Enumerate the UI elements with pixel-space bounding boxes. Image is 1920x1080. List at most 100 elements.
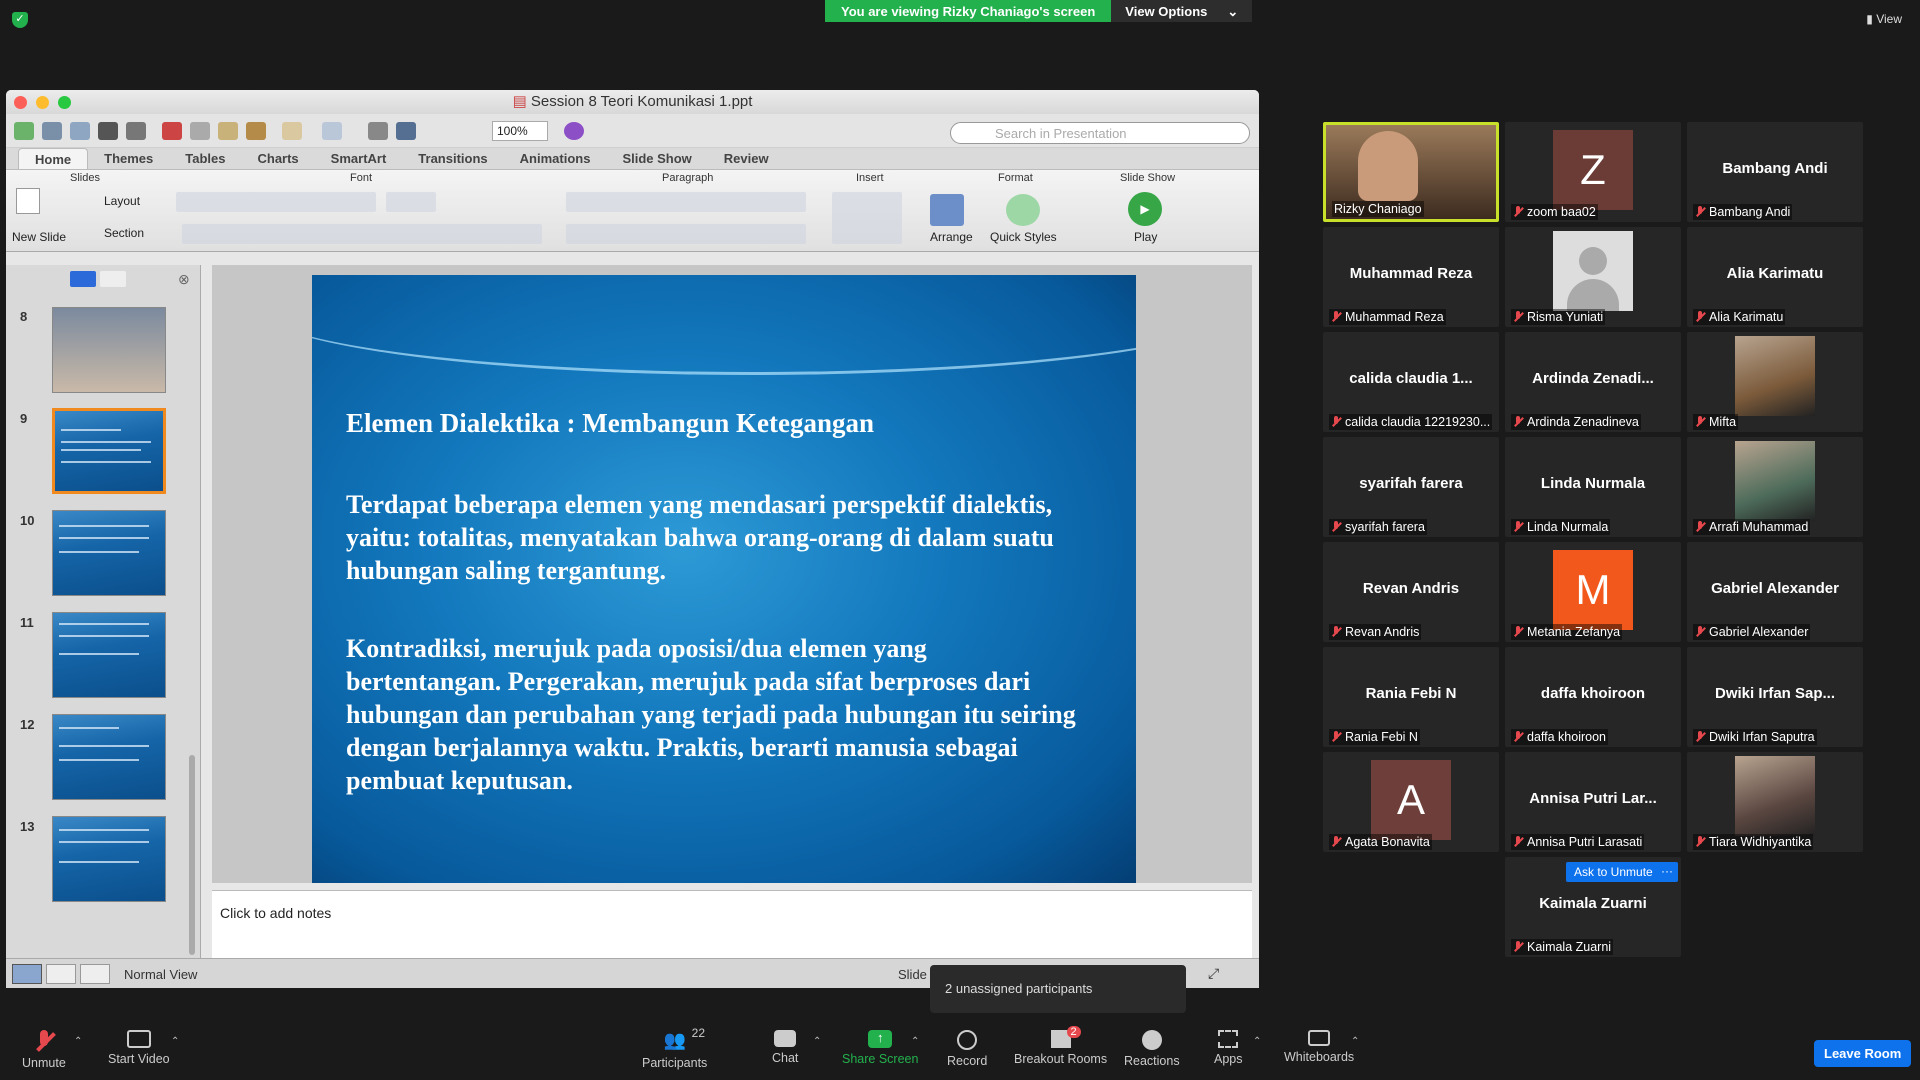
- outline-view-toggle[interactable]: [100, 271, 126, 287]
- quick-styles-button[interactable]: Quick Styles: [990, 230, 1057, 244]
- more-options-button[interactable]: ···: [1656, 862, 1678, 882]
- gallery-icon[interactable]: [368, 122, 388, 140]
- audio-options-caret[interactable]: ⌃: [74, 1036, 82, 1047]
- slide-thumbnail[interactable]: [52, 816, 166, 902]
- participant-tile[interactable]: Zzoom baa02: [1505, 122, 1681, 222]
- tab-transitions[interactable]: Transitions: [402, 148, 503, 169]
- whiteboard-options-caret[interactable]: ⌃: [1351, 1036, 1359, 1047]
- unmute-button[interactable]: Unmute: [22, 1030, 66, 1070]
- slide-thumbnail-selected[interactable]: [52, 408, 166, 494]
- open-icon[interactable]: [70, 122, 90, 140]
- font-size-select[interactable]: [386, 192, 436, 212]
- record-button[interactable]: Record: [947, 1030, 987, 1068]
- help-icon[interactable]: [564, 122, 584, 140]
- slide-paragraph-2[interactable]: Kontradiksi, merujuk pada oposisi/dua el…: [346, 632, 1086, 797]
- participant-tile[interactable]: Gabriel Alexander Gabriel Alexander: [1687, 542, 1863, 642]
- redo-icon[interactable]: [322, 122, 342, 140]
- tab-themes[interactable]: Themes: [88, 148, 169, 169]
- participant-tile[interactable]: Annisa Putri Lar... Annisa Putri Larasati: [1505, 752, 1681, 852]
- tab-home[interactable]: Home: [18, 148, 89, 169]
- search-input[interactable]: Search in Presentation: [950, 122, 1250, 144]
- new-slide-button[interactable]: New Slide: [12, 230, 66, 244]
- participant-tile[interactable]: Dwiki Irfan Sap... Dwiki Irfan Saputra: [1687, 647, 1863, 747]
- slide-thumbnail[interactable]: [52, 307, 166, 393]
- participant-tile[interactable]: Bambang Andi Bambang Andi: [1687, 122, 1863, 222]
- slide-title[interactable]: Elemen Dialektika : Membangun Ketegangan: [346, 408, 874, 439]
- breakout-rooms-button[interactable]: 2 Breakout Rooms: [1014, 1026, 1107, 1066]
- new-slide-icon[interactable]: [16, 188, 40, 214]
- arrange-icon[interactable]: [930, 194, 964, 226]
- participant-tile[interactable]: Risma Yuniati: [1505, 227, 1681, 327]
- alignment-buttons[interactable]: [566, 224, 806, 244]
- participant-tile[interactable]: Rania Febi N Rania Febi N: [1323, 647, 1499, 747]
- font-format-buttons[interactable]: [182, 224, 542, 244]
- slide-thumbnail[interactable]: [52, 510, 166, 596]
- apps-options-caret[interactable]: ⌃: [1253, 1036, 1261, 1047]
- close-pane-icon[interactable]: ⊗: [178, 271, 190, 288]
- list-buttons[interactable]: [566, 192, 806, 212]
- cut-icon[interactable]: [162, 122, 182, 140]
- minimize-window-button[interactable]: [36, 96, 49, 109]
- participants-button[interactable]: 👥 22 Participants: [642, 1026, 707, 1070]
- fit-window-icon[interactable]: ⤢: [1208, 965, 1219, 982]
- normal-view-button[interactable]: [12, 964, 42, 984]
- start-video-button[interactable]: Start Video: [108, 1030, 170, 1066]
- sorter-view-button[interactable]: [46, 964, 76, 984]
- format-painter-icon[interactable]: [246, 122, 266, 140]
- participant-tile[interactable]: syarifah farera syarifah farera: [1323, 437, 1499, 537]
- paste-icon[interactable]: [218, 122, 238, 140]
- view-button[interactable]: ▮ View: [1866, 12, 1902, 26]
- tab-slide-show[interactable]: Slide Show: [606, 148, 707, 169]
- arrange-button[interactable]: Arrange: [930, 230, 973, 244]
- participant-tile[interactable]: Alia Karimatu Alia Karimatu: [1687, 227, 1863, 327]
- slide-show-icon[interactable]: [396, 122, 416, 140]
- slides-view-toggle[interactable]: [70, 271, 96, 287]
- undo-icon[interactable]: [282, 122, 302, 140]
- close-window-button[interactable]: [14, 96, 27, 109]
- participant-tile[interactable]: M Metania Zefanya: [1505, 542, 1681, 642]
- print-icon[interactable]: [126, 122, 146, 140]
- chat-button[interactable]: Chat: [772, 1030, 798, 1065]
- layout-button[interactable]: Layout: [104, 194, 140, 208]
- chat-options-caret[interactable]: ⌃: [813, 1036, 821, 1047]
- tab-review[interactable]: Review: [708, 148, 785, 169]
- participant-tile[interactable]: Linda Nurmala Linda Nurmala: [1505, 437, 1681, 537]
- security-shield-icon[interactable]: ✓: [12, 12, 28, 28]
- video-options-caret[interactable]: ⌃: [171, 1036, 179, 1047]
- ask-to-unmute-button[interactable]: Ask to Unmute: [1566, 862, 1661, 882]
- save-icon[interactable]: [98, 122, 118, 140]
- leave-room-button[interactable]: Leave Room: [1814, 1040, 1912, 1067]
- section-button[interactable]: Section: [104, 226, 144, 240]
- participant-tile[interactable]: Ardinda Zenadi... Ardinda Zenadineva: [1505, 332, 1681, 432]
- participant-tile[interactable]: Arrafi Muhammad: [1687, 437, 1863, 537]
- apps-button[interactable]: Apps: [1214, 1030, 1243, 1066]
- new-icon[interactable]: [14, 122, 34, 140]
- view-options-button[interactable]: View Options ⌄: [1111, 0, 1253, 22]
- participant-tile[interactable]: calida claudia 1... calida claudia 122192…: [1323, 332, 1499, 432]
- templates-icon[interactable]: [42, 122, 62, 140]
- insert-buttons[interactable]: [832, 192, 902, 244]
- play-icon[interactable]: ▶: [1128, 192, 1162, 226]
- participant-tile[interactable]: Tiara Widhiyantika: [1687, 752, 1863, 852]
- whiteboards-button[interactable]: Whiteboards: [1284, 1030, 1354, 1064]
- tab-charts[interactable]: Charts: [241, 148, 314, 169]
- participant-tile[interactable]: Revan Andris Revan Andris: [1323, 542, 1499, 642]
- current-slide[interactable]: Elemen Dialektika : Membangun Ketegangan…: [312, 275, 1136, 883]
- play-button[interactable]: Play: [1134, 230, 1157, 244]
- quick-styles-icon[interactable]: [1006, 194, 1040, 226]
- share-options-caret[interactable]: ⌃: [911, 1036, 919, 1047]
- participant-tile[interactable]: Muhammad Reza Muhammad Reza: [1323, 227, 1499, 327]
- tab-tables[interactable]: Tables: [169, 148, 241, 169]
- font-name-select[interactable]: [176, 192, 376, 212]
- copy-icon[interactable]: [190, 122, 210, 140]
- participant-tile[interactable]: Mifta: [1687, 332, 1863, 432]
- participant-tile[interactable]: daffa khoiroon daffa khoiroon: [1505, 647, 1681, 747]
- share-screen-button[interactable]: ↑ Share Screen: [842, 1030, 918, 1066]
- zoom-select[interactable]: 100%: [492, 121, 548, 141]
- thumbs-scrollbar[interactable]: [189, 755, 195, 955]
- zoom-window-button[interactable]: [58, 96, 71, 109]
- tab-smartart[interactable]: SmartArt: [315, 148, 403, 169]
- slide-paragraph-1[interactable]: Terdapat beberapa elemen yang mendasari …: [346, 488, 1086, 587]
- reactions-button[interactable]: Reactions: [1124, 1030, 1180, 1068]
- tab-animations[interactable]: Animations: [504, 148, 607, 169]
